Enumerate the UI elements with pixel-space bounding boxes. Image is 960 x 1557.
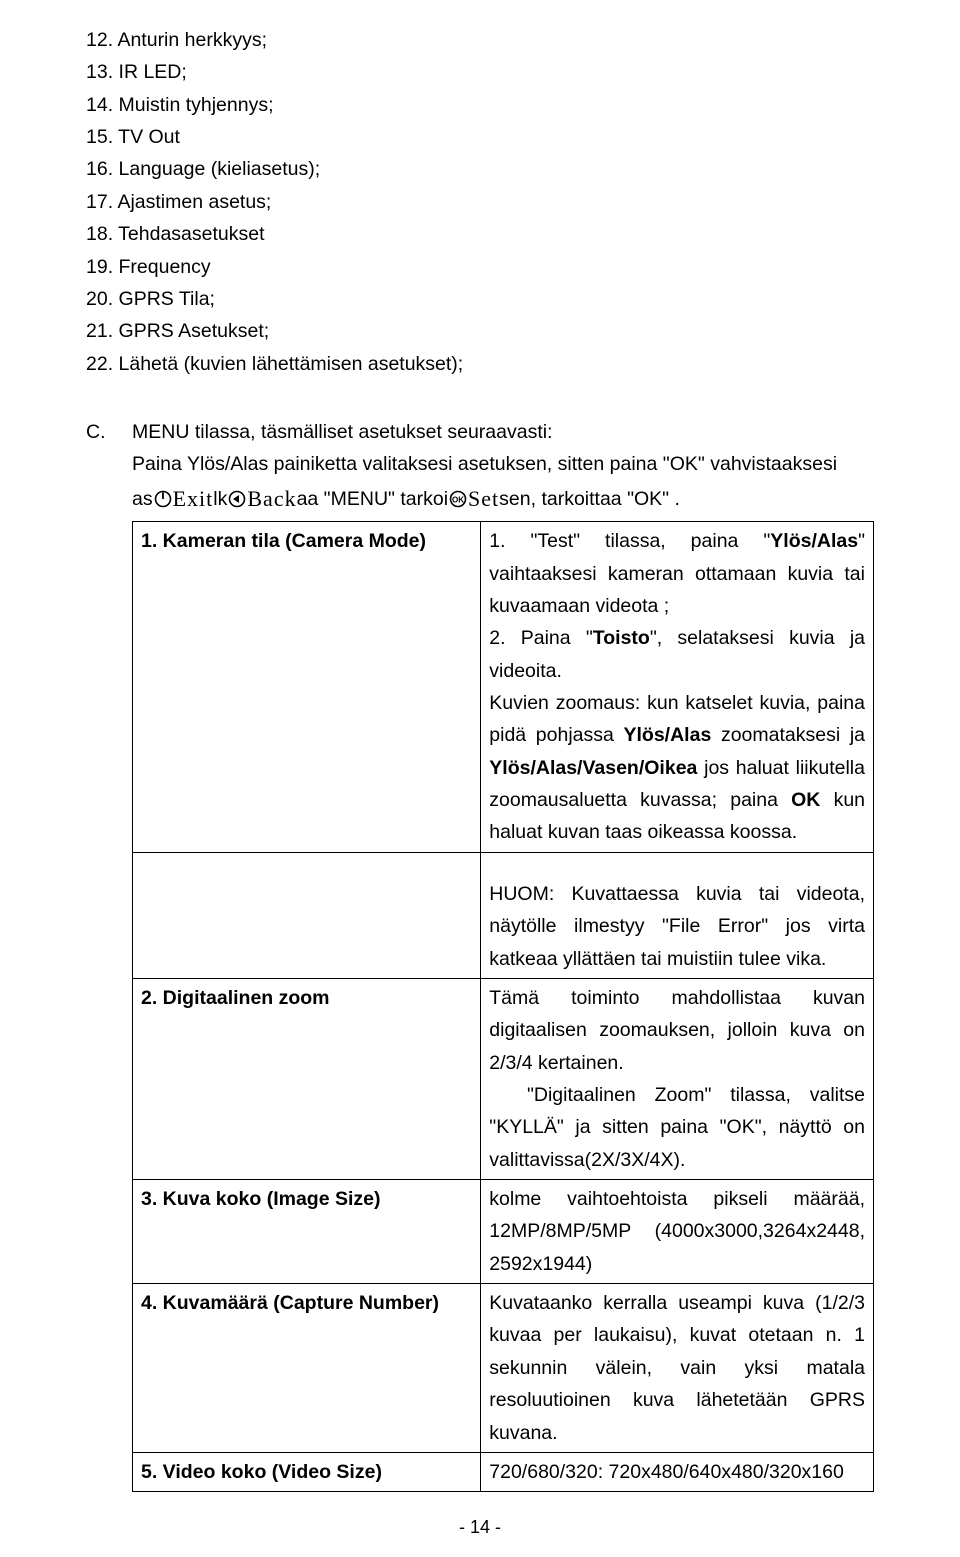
list-item: 14. Muistin tyhjennys; (86, 89, 874, 121)
numbered-list: 12. Anturin herkkyys; 13. IR LED; 14. Mu… (86, 24, 874, 380)
table-row: 3. Kuva koko (Image Size) kolme vaihtoeh… (133, 1180, 874, 1284)
list-item: 20. GPRS Tila; (86, 283, 874, 315)
power-icon (154, 490, 172, 508)
cell-right: Kuvataanko kerralla useampi kuva (1/2/3 … (481, 1284, 874, 1453)
list-item: 17. Ajastimen asetus; (86, 186, 874, 218)
cell-left: 4. Kuvamäärä (Capture Number) (133, 1284, 481, 1453)
cell-right: 1. "Test" tilassa, paina "Ylös/Alas" vai… (481, 522, 874, 853)
page-number: - 14 - (0, 1513, 960, 1543)
cell-left-empty (133, 852, 481, 978)
section-c: C. MENU tilassa, täsmälliset asetukset s… (86, 416, 874, 1492)
list-item: 19. Frequency (86, 251, 874, 283)
exit-label: Exit (173, 481, 214, 518)
table-row: 4. Kuvamäärä (Capture Number) Kuvataanko… (133, 1284, 874, 1453)
cell-left: 2. Digitaalinen zoom (133, 978, 481, 1179)
section-letter: C. (86, 416, 112, 1492)
back-label: Back (247, 481, 296, 518)
cell-right-note: HUOM: Kuvattaessa kuvia tai videota, näy… (481, 852, 874, 978)
section-line-2: Paina Ylös/Alas painiketta valitaksesi a… (132, 448, 874, 480)
section-line-1: MENU tilassa, täsmälliset asetukset seur… (132, 416, 874, 448)
note-text: HUOM: Kuvattaessa kuvia tai videota, näy… (489, 878, 865, 975)
document-page: 12. Anturin herkkyys; 13. IR LED; 14. Mu… (0, 0, 960, 1557)
list-item: 21. GPRS Asetukset; (86, 315, 874, 347)
list-item: 22. Lähetä (kuvien lähettämisen asetukse… (86, 348, 874, 380)
svg-text:OK: OK (452, 495, 464, 504)
text-fragment: sen, tarkoittaa "OK" . (499, 483, 680, 515)
list-item: 12. Anturin herkkyys; (86, 24, 874, 56)
text-fragment: aa "MENU" tarkoi (297, 483, 448, 515)
cell-left: 3. Kuva koko (Image Size) (133, 1180, 481, 1284)
list-item: 15. TV Out (86, 121, 874, 153)
table-row: 1. Kameran tila (Camera Mode) 1. "Test" … (133, 522, 874, 853)
back-arrow-icon (228, 490, 246, 508)
table-row: 2. Digitaalinen zoom Tämä toiminto mahdo… (133, 978, 874, 1179)
table-row: 5. Video koko (Video Size) 720/680/320: … (133, 1452, 874, 1491)
cell-left: 1. Kameran tila (Camera Mode) (133, 522, 481, 853)
cell-right: 720/680/320: 720x480/640x480/320x160 (481, 1452, 874, 1491)
set-label: Set (468, 481, 499, 518)
list-item: 16. Language (kieliasetus); (86, 153, 874, 185)
ok-icon: OK (449, 490, 467, 508)
cell-right: kolme vaihtoehtoista pikseli määrää, 12M… (481, 1180, 874, 1284)
settings-table: 1. Kameran tila (Camera Mode) 1. "Test" … (132, 521, 874, 1492)
list-item: 18. Tehdasasetukset (86, 218, 874, 250)
table-row: HUOM: Kuvattaessa kuvia tai videota, näy… (133, 852, 874, 978)
section-body: MENU tilassa, täsmälliset asetukset seur… (132, 416, 874, 1492)
cell-right: Tämä toiminto mahdollistaa kuvan digitaa… (481, 978, 874, 1179)
text-fragment: lk (213, 483, 227, 515)
section-line-3-icons: as Exit lk Back aa "MENU" tarkoi (132, 481, 874, 518)
text-fragment: as (132, 483, 153, 515)
cell-left: 5. Video koko (Video Size) (133, 1452, 481, 1491)
list-item: 13. IR LED; (86, 56, 874, 88)
